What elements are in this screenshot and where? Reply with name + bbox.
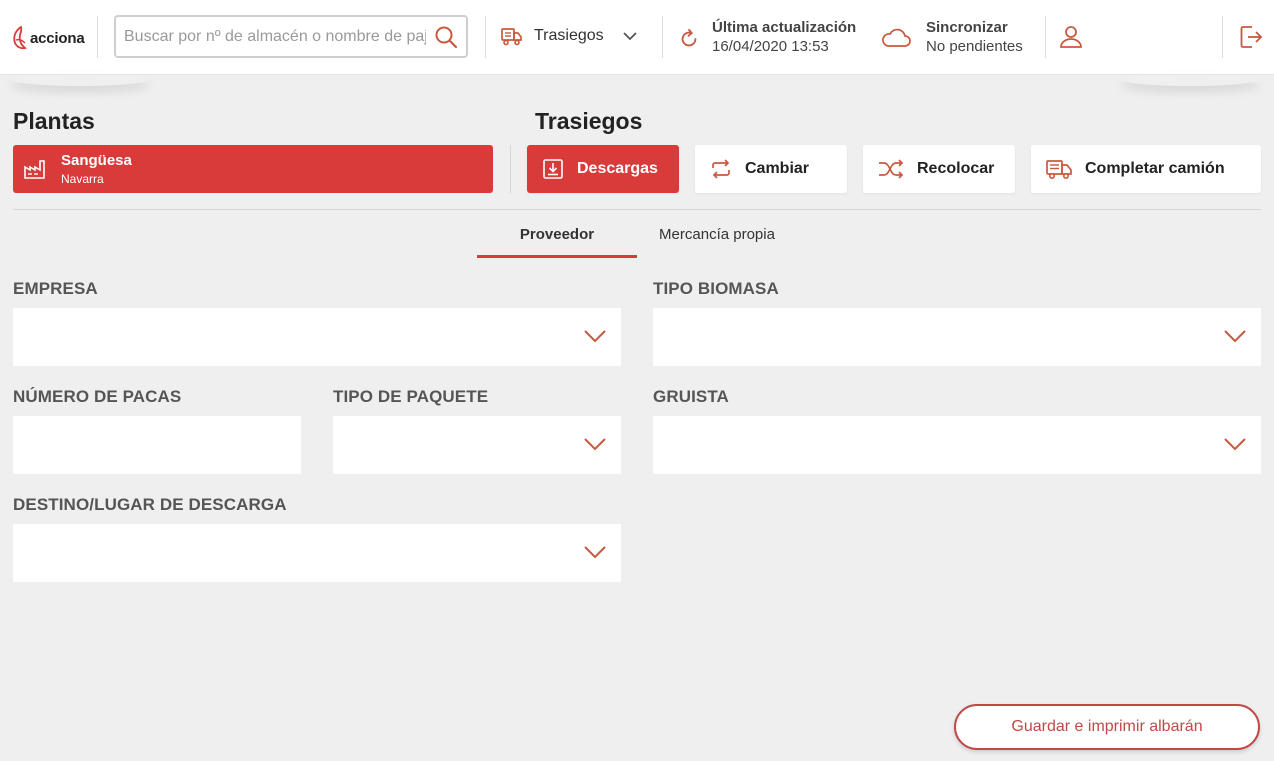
save-print-button[interactable]: Guardar e imprimir albarán [954,704,1260,750]
tipo-paquete-select[interactable] [333,416,621,474]
factory-icon [24,160,45,179]
last-update-value: 16/04/2020 13:53 [712,38,829,55]
tab-mercancia-propia[interactable]: Mercancía propia [637,226,797,258]
chevron-down-icon [584,546,606,559]
chevron-down-icon [584,330,606,343]
logout-button[interactable] [1238,24,1264,55]
header-shadow [10,72,150,86]
tab-proveedor[interactable]: Proveedor [477,226,637,258]
logout-icon [1240,26,1263,48]
recolocar-button[interactable]: Recolocar [863,145,1015,193]
refresh-icon[interactable] [678,28,700,50]
plant-name: Sangüesa [61,151,132,169]
plants-title: Plantas [13,108,95,134]
user-icon [1060,26,1082,48]
completar-camion-button[interactable]: Completar camión [1031,145,1261,193]
cambiar-label: Cambiar [745,160,810,177]
last-update-label: Última actualización [712,19,857,36]
header-divider [97,16,98,58]
header-divider [1045,16,1046,58]
descargas-label: Descargas [577,160,658,177]
truck-icon [501,28,522,46]
destino-label: DESTINO/LUGAR DE DESCARGA [13,495,287,514]
header-divider [662,16,663,58]
gruista-label: GRUISTA [653,387,729,406]
swap-icon [712,159,730,179]
numero-pacas-field[interactable] [13,416,301,474]
acciona-logo: acciona [12,22,85,54]
empresa-label: EMPRESA [13,279,98,298]
search-box[interactable] [114,15,468,58]
empresa-select[interactable] [13,308,621,366]
recolocar-label: Recolocar [917,160,995,177]
header-shadow [1120,72,1260,86]
download-icon [543,159,563,179]
completar-camion-label: Completar camión [1085,160,1225,177]
tipo-biomasa-select[interactable] [653,308,1261,366]
tipo-paquete-label: TIPO DE PAQUETE [333,387,489,406]
trasiegos-menu-label: Trasiegos [534,27,604,44]
header-divider [1222,16,1223,58]
plant-region: Navarra [61,171,104,186]
sync-label: Sincronizar [926,19,1008,36]
cambiar-button[interactable]: Cambiar [695,145,847,193]
search-input[interactable] [116,27,426,46]
search-icon[interactable] [434,25,458,49]
user-button[interactable] [1058,24,1084,55]
top-bar: acciona Trasiegos Última actualiz [0,0,1274,75]
sync-status: No pendientes [926,38,1023,55]
chevron-down-icon [1224,330,1246,343]
chevron-down-icon [623,32,637,41]
section-divider [13,209,1261,210]
chevron-down-icon [1224,438,1246,451]
numero-pacas-input[interactable] [13,416,301,474]
cloud-icon [882,28,911,47]
section-divider [510,145,511,193]
descargas-button[interactable]: Descargas [527,145,679,193]
destino-select[interactable] [13,524,621,582]
trasiegos-menu[interactable]: Trasiegos [500,24,640,48]
chevron-down-icon [584,438,606,451]
gruista-select[interactable] [653,416,1261,474]
header-divider [485,16,486,58]
acciona-leaf-icon [13,25,28,50]
truck-icon [1046,160,1072,179]
logo-text: acciona [30,29,85,47]
sync-button[interactable]: Sincronizar No pendientes [880,18,1023,56]
numero-pacas-label: NÚMERO DE PACAS [13,387,182,406]
shuffle-icon [879,159,904,179]
tipo-biomasa-label: TIPO BIOMASA [653,279,779,298]
last-update: Última actualización 16/04/2020 13:53 [678,18,856,56]
trasiegos-title: Trasiegos [535,108,643,134]
plant-card-selected[interactable]: Sangüesa Navarra [13,145,493,193]
